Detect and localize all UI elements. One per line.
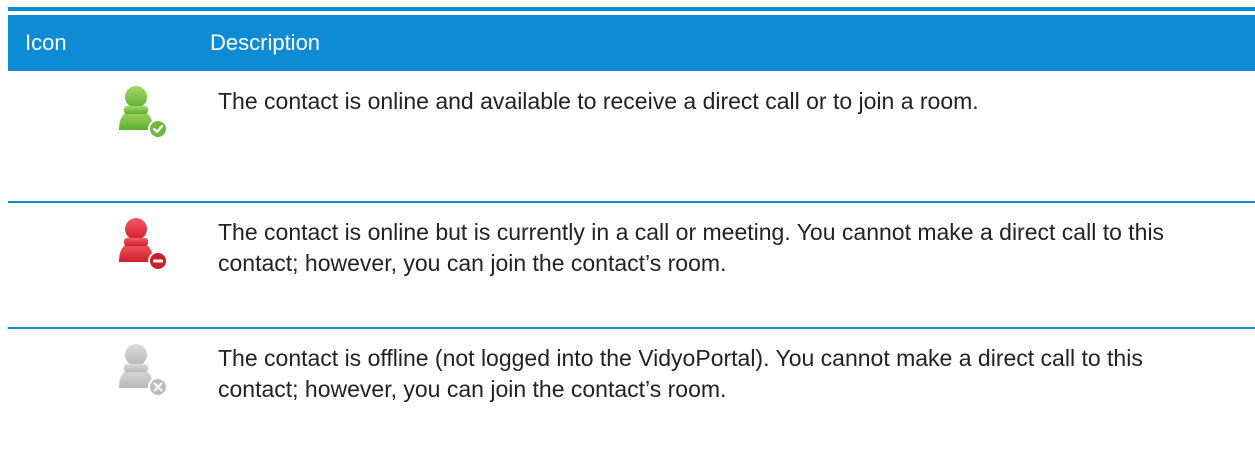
table-row: The contact is online and available to r… bbox=[8, 71, 1255, 203]
user-busy-icon bbox=[116, 213, 176, 273]
table-top-rule bbox=[8, 7, 1255, 11]
row-description: The contact is online and available to r… bbox=[218, 88, 979, 114]
header-icon-label: Icon bbox=[25, 30, 67, 55]
header-description-label: Description bbox=[210, 30, 321, 55]
row-description: The contact is offline (not logged into … bbox=[218, 345, 1143, 402]
row-description: The contact is online but is currently i… bbox=[218, 219, 1165, 276]
user-available-icon bbox=[116, 81, 176, 141]
status-icon-table: Icon Description The contact is online a… bbox=[8, 7, 1255, 459]
table-row: The contact is online but is currently i… bbox=[8, 203, 1255, 329]
user-offline-icon bbox=[116, 339, 176, 399]
table-row: The contact is offline (not logged into … bbox=[8, 329, 1255, 459]
table-header: Icon Description bbox=[8, 15, 1255, 71]
